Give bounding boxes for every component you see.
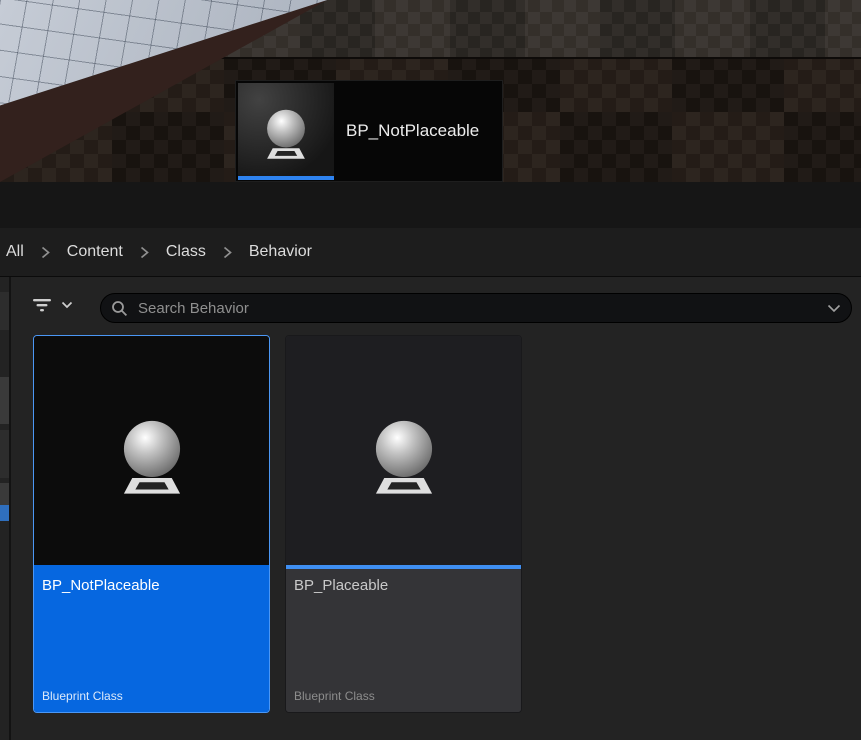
sphere-asset-icon — [251, 95, 321, 165]
asset-info: BP_Placeable Blueprint Class — [286, 569, 521, 712]
search-input[interactable] — [136, 299, 819, 318]
breadcrumb: All Content Class Behavior — [0, 228, 861, 277]
search-options-chevron-icon[interactable] — [827, 304, 841, 313]
breadcrumb-item-class[interactable]: Class — [166, 243, 206, 261]
panel-divider[interactable] — [9, 277, 11, 740]
breadcrumb-item-behavior[interactable]: Behavior — [249, 243, 312, 261]
filter-button[interactable] — [32, 296, 73, 314]
asset-name: BP_Placeable — [294, 577, 513, 594]
drag-progress-bar — [238, 176, 334, 180]
breadcrumb-item-content[interactable]: Content — [67, 243, 123, 261]
asset-tile-bp-notplaceable[interactable]: BP_NotPlaceable Blueprint Class — [33, 335, 270, 713]
collapsed-panel-item[interactable] — [0, 377, 9, 424]
chevron-down-icon — [61, 301, 73, 309]
asset-type-label: Blueprint Class — [294, 689, 513, 703]
drag-preview-thumbnail — [238, 83, 334, 176]
sphere-asset-icon — [100, 399, 204, 503]
sphere-asset-icon — [352, 399, 456, 503]
breadcrumb-item-all[interactable]: All — [6, 243, 24, 261]
asset-type-label: Blueprint Class — [42, 689, 261, 703]
collapsed-panel-item[interactable] — [0, 483, 9, 505]
asset-name: BP_NotPlaceable — [42, 577, 261, 594]
chevron-right-icon — [140, 246, 149, 259]
drag-preview: BP_NotPlaceable — [235, 80, 503, 182]
search-icon — [111, 300, 128, 317]
chevron-right-icon — [223, 246, 232, 259]
asset-tile-bp-placeable[interactable]: BP_Placeable Blueprint Class — [285, 335, 522, 713]
collapsed-panel-item-selected[interactable] — [0, 505, 9, 521]
asset-thumbnail — [286, 336, 521, 565]
asset-info: BP_NotPlaceable Blueprint Class — [34, 569, 269, 712]
unreal-editor-screen: BP_NotPlaceable All Content Class Behavi… — [0, 0, 861, 740]
filter-icon — [32, 296, 52, 314]
search-box[interactable] — [100, 293, 852, 323]
collapsed-panel-item[interactable] — [0, 292, 9, 330]
asset-thumbnail — [34, 336, 269, 565]
drag-preview-label: BP_NotPlaceable — [346, 81, 479, 181]
chevron-right-icon — [41, 246, 50, 259]
panel-header-band — [0, 182, 861, 228]
collapsed-panel-item[interactable] — [0, 430, 9, 478]
viewport-3d[interactable]: BP_NotPlaceable — [0, 0, 861, 182]
